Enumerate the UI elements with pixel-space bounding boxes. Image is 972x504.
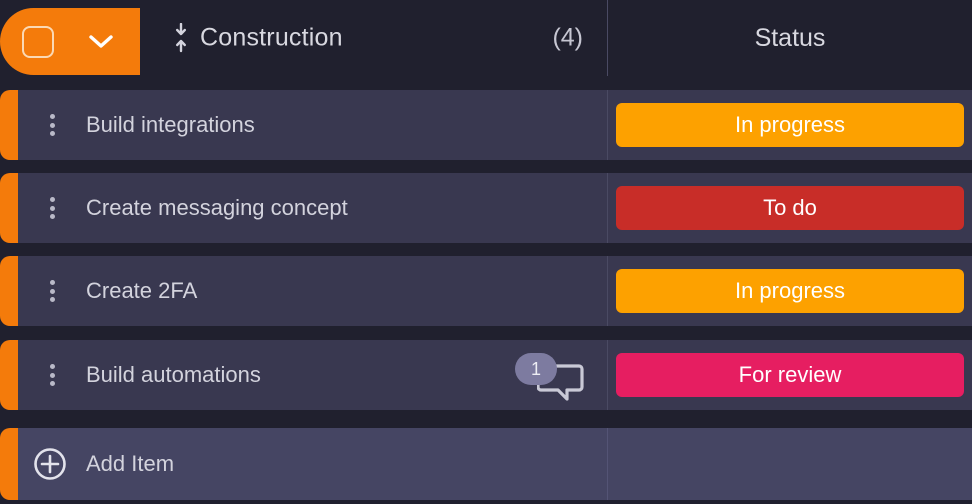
group-title-cell[interactable]: Construction (4) [140, 0, 607, 76]
comment-count-badge: 1 [515, 353, 557, 385]
add-item-cell[interactable]: Add Item [18, 428, 607, 500]
table-row[interactable]: Build integrations In progress [0, 90, 972, 160]
group-item-count: (4) [552, 23, 583, 52]
row-accent-bar [0, 256, 18, 326]
add-item-label: Add Item [86, 451, 175, 476]
row-accent-bar [0, 428, 18, 500]
row-name-cell[interactable]: Create messaging concept [18, 173, 607, 243]
row-name-cell[interactable]: Create 2FA [18, 256, 607, 326]
group-header-row: Construction (4) Status [0, 0, 972, 76]
row-comments[interactable]: 1 [515, 353, 589, 401]
column-header-status-label: Status [754, 23, 826, 52]
row-accent-bar [0, 340, 18, 410]
add-item-row[interactable]: Add Item [0, 428, 972, 500]
chevron-down-icon[interactable] [84, 25, 118, 59]
status-badge[interactable]: To do [616, 186, 964, 230]
table-row[interactable]: Create 2FA In progress [0, 256, 972, 326]
kebab-menu-icon[interactable] [42, 112, 62, 138]
row-accent-bar [0, 90, 18, 160]
plus-circle-icon[interactable] [33, 447, 67, 481]
kebab-menu-icon[interactable] [42, 362, 62, 388]
row-status-cell[interactable]: In progress [607, 256, 972, 326]
row-title: Build automations [86, 362, 261, 387]
row-status-cell[interactable]: To do [607, 173, 972, 243]
kebab-menu-icon[interactable] [42, 195, 62, 221]
table-row[interactable]: Create messaging concept To do [0, 173, 972, 243]
group-name: Construction [200, 23, 343, 52]
row-title: Create 2FA [86, 278, 198, 303]
table-row[interactable]: Build automations 1 For review [0, 340, 972, 410]
group-select-block[interactable] [0, 8, 140, 75]
sort-vertical-icon[interactable] [170, 23, 192, 53]
row-accent-bar [0, 173, 18, 243]
row-title: Create messaging concept [86, 195, 348, 220]
row-name-cell[interactable]: Build integrations [18, 90, 607, 160]
row-name-cell[interactable]: Build automations 1 [18, 340, 607, 410]
column-header-status[interactable]: Status [607, 0, 972, 76]
select-all-checkbox[interactable] [22, 25, 54, 58]
status-badge[interactable]: In progress [616, 103, 964, 147]
add-item-status-cell[interactable] [607, 428, 972, 500]
row-status-cell[interactable]: For review [607, 340, 972, 410]
status-badge[interactable]: In progress [616, 269, 964, 313]
kebab-menu-icon[interactable] [42, 278, 62, 304]
board-group-table: Construction (4) Status Build integratio… [0, 0, 972, 504]
row-status-cell[interactable]: In progress [607, 90, 972, 160]
status-badge[interactable]: For review [616, 353, 964, 397]
row-title: Build integrations [86, 112, 255, 137]
